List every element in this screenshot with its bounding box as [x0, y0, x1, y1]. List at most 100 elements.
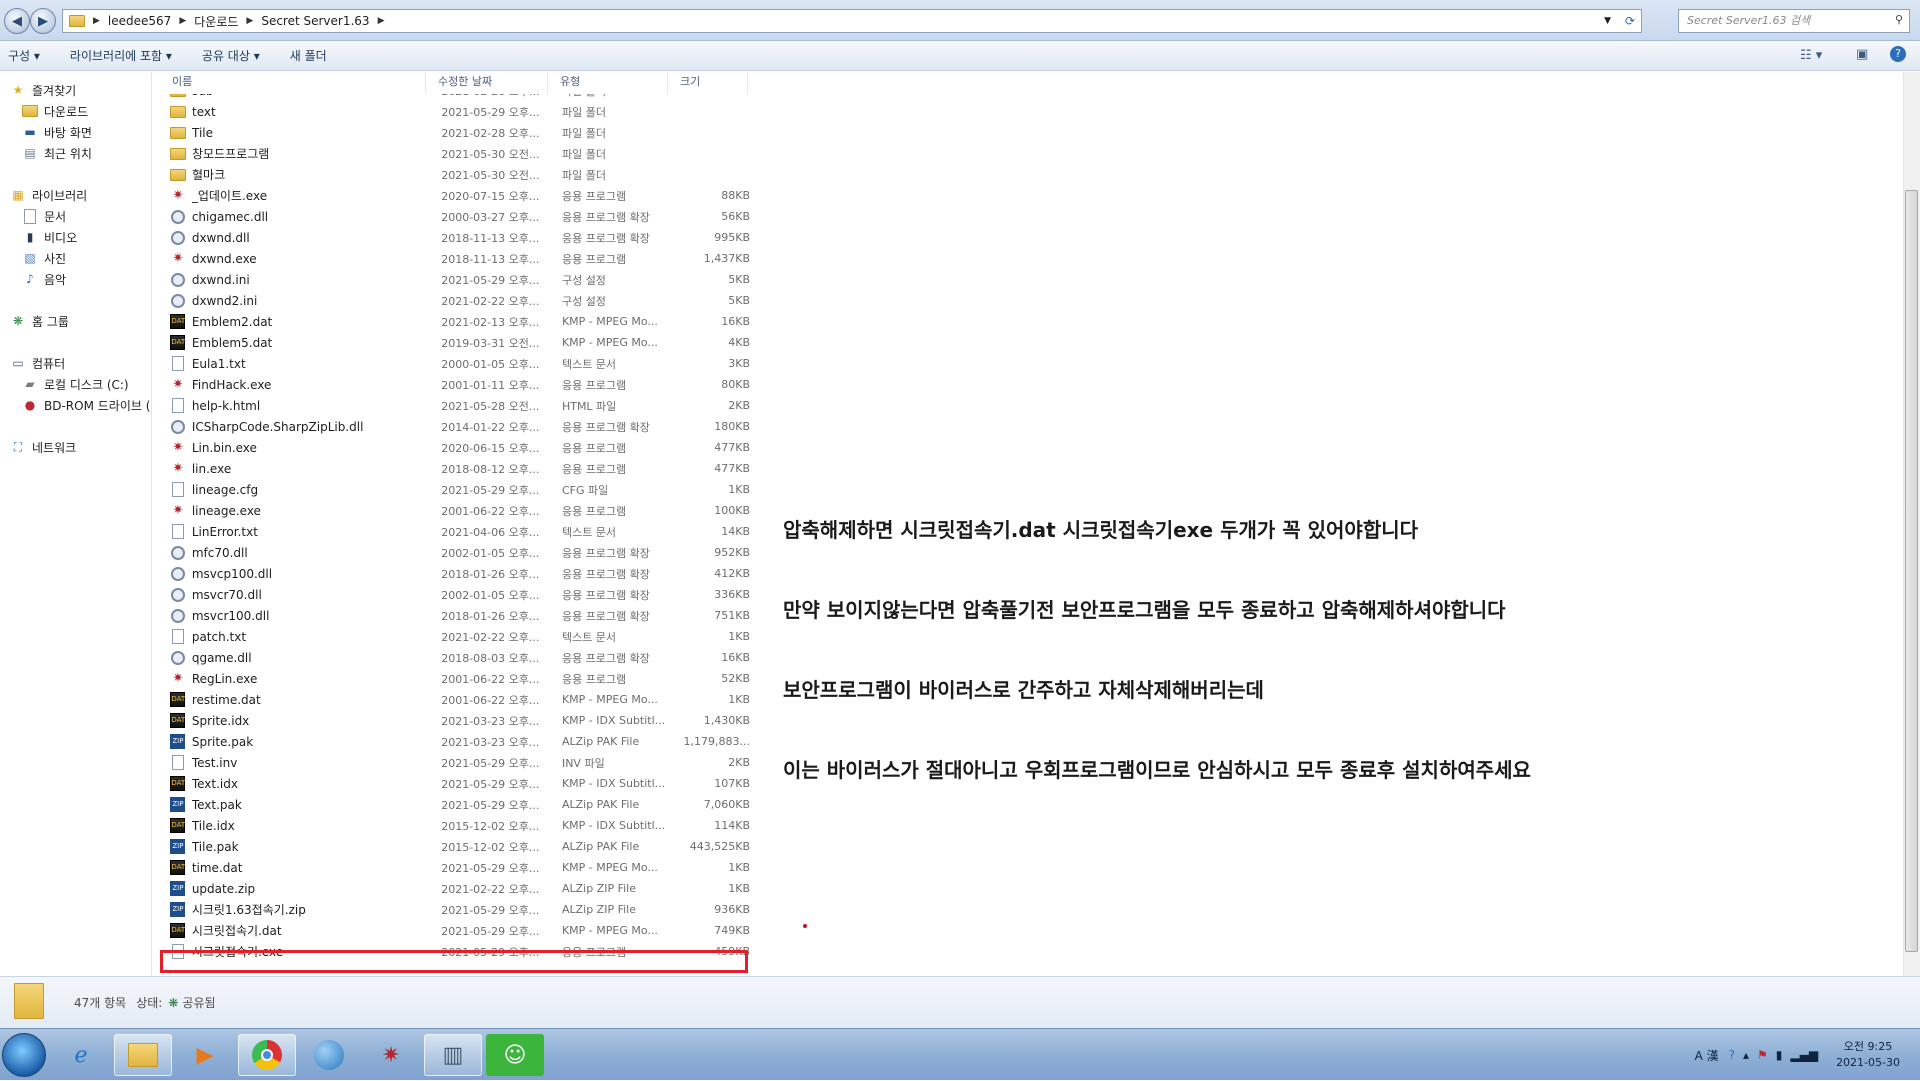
- nav-pictures[interactable]: ▧ 사진: [22, 248, 66, 268]
- refresh-icon[interactable]: ⟳: [1625, 14, 1635, 28]
- action-center-icon[interactable]: ⚑: [1757, 1048, 1768, 1062]
- file-row[interactable]: ZIP Sprite.pak 2021-03-23 오후... ALZip PAK F…: [160, 731, 750, 752]
- file-row[interactable]: DAT Text.idx 2021-05-29 오후... KMP - IDX Sub…: [160, 773, 750, 794]
- nav-music[interactable]: ♪ 음악: [22, 269, 66, 289]
- file-row[interactable]: ZIP update.zip 2021-02-22 오후... ALZip ZIP F…: [160, 878, 750, 899]
- nav-downloads[interactable]: 다운로드: [22, 101, 88, 121]
- tray-expand-icon[interactable]: ▴: [1743, 1048, 1749, 1062]
- breadcrumb-current[interactable]: Secret Server1.63: [261, 14, 369, 28]
- organize-button[interactable]: 구성 ▾: [8, 47, 40, 64]
- nav-bd-rom[interactable]: ● BD-ROM 드라이브 (: [22, 395, 151, 415]
- homegroup-icon: ❋: [12, 314, 24, 328]
- nav-documents[interactable]: 문서: [22, 206, 66, 226]
- share-with-button[interactable]: 공유 대상 ▾: [202, 47, 260, 64]
- ime-help-icon[interactable]: ?: [1729, 1048, 1735, 1062]
- network-signal-icon[interactable]: ▂▄▆: [1790, 1048, 1818, 1062]
- file-row[interactable]: ZIP 시크릿1.63접속기.zip 2021-05-29 오후... ALZip Z…: [160, 899, 750, 920]
- file-row[interactable]: dxwnd.dll 2018-11-13 오후... 응용 프로그램 확장 995KB: [160, 227, 750, 248]
- file-name: help-k.html: [191, 398, 261, 413]
- file-row[interactable]: DAT Sprite.idx 2021-03-23 오후... KMP - IDX S…: [160, 710, 750, 731]
- column-type[interactable]: 유형: [548, 72, 668, 94]
- file-row[interactable]: ICSharpCode.SharpZipLib.dll 2014-01-22 오후…: [160, 416, 750, 437]
- breadcrumb-downloads[interactable]: 다운로드: [194, 13, 238, 30]
- file-row[interactable]: Tile 2021-02-28 오후... 파일 폴더: [160, 122, 750, 143]
- file-row[interactable]: ZIP Tile.pak 2015-12-02 오후... ALZip PAK Fil…: [160, 836, 750, 857]
- file-row[interactable]: DAT Tile.idx 2015-12-02 오후... KMP - IDX Sub…: [160, 815, 750, 836]
- file-row[interactable]: dxwnd2.ini 2021-02-22 오후... 구성 설정 5KB: [160, 290, 750, 311]
- launcher-taskbar-icon[interactable]: ☺: [486, 1034, 544, 1076]
- forward-button[interactable]: ▶: [30, 8, 56, 34]
- ime-indicator[interactable]: A 漢: [1695, 1047, 1719, 1064]
- file-row[interactable]: dxwnd.ini 2021-05-29 오후... 구성 설정 5KB: [160, 269, 750, 290]
- file-row[interactable]: ✷ lineage.exe 2001-06-22 오후... 응용 프로그램 100KB: [160, 500, 750, 521]
- file-row[interactable]: qgame.dll 2018-08-03 오후... 응용 프로그램 확장 16KB: [160, 647, 750, 668]
- include-library-button[interactable]: 라이브러리에 포함 ▾: [70, 47, 172, 64]
- file-row[interactable]: 창모드프로그램 2021-05-30 오전... 파일 폴더: [160, 143, 750, 164]
- game-taskbar-icon[interactable]: ✷: [362, 1034, 420, 1076]
- power-icon[interactable]: ▮: [1776, 1048, 1783, 1062]
- view-options-icon[interactable]: ☷ ▾: [1800, 48, 1822, 63]
- clock[interactable]: 오전 9:25 2021-05-30: [1836, 1039, 1900, 1071]
- nav-desktop[interactable]: ▬ 바탕 화면: [22, 122, 92, 142]
- file-row[interactable]: ✷ _업데이트.exe 2020-07-15 오후... 응용 프로그램 88KB: [160, 185, 750, 206]
- nav-network[interactable]: ⛶ 네트워크: [10, 437, 76, 457]
- preview-pane-icon[interactable]: ▣: [1856, 47, 1868, 62]
- scrollbar-thumb[interactable]: [1905, 190, 1918, 952]
- file-row[interactable]: DAT 시크릿접속기.dat 2021-05-29 오후... KMP - MPEG …: [160, 920, 750, 941]
- file-row[interactable]: msvcr70.dll 2002-01-05 오후... 응용 프로그램 확장 336…: [160, 584, 750, 605]
- nav-videos[interactable]: ▮ 비디오: [22, 227, 77, 247]
- file-row[interactable]: 혈마크 2021-05-30 오전... 파일 폴더: [160, 164, 750, 185]
- file-row[interactable]: DAT Emblem2.dat 2021-02-13 오후... KMP - MPEG…: [160, 311, 750, 332]
- file-row[interactable]: help-k.html 2021-05-28 오전... HTML 파일 2KB: [160, 395, 750, 416]
- ie-taskbar-icon[interactable]: ℯ: [52, 1034, 110, 1076]
- file-row[interactable]: msvcp100.dll 2018-01-26 오후... 응용 프로그램 확장 41…: [160, 563, 750, 584]
- new-folder-button[interactable]: 새 폴더: [290, 47, 327, 64]
- nav-favorites[interactable]: ★ 즐겨찾기: [10, 80, 77, 100]
- app-icon: ✷: [172, 250, 184, 266]
- explorer-taskbar-icon[interactable]: [114, 1034, 172, 1076]
- media-player-taskbar-icon[interactable]: ▶: [176, 1034, 234, 1076]
- nav-recent[interactable]: ▤ 최근 위치: [22, 143, 92, 163]
- file-row[interactable]: chigamec.dll 2000-03-27 오후... 응용 프로그램 확장 56…: [160, 206, 750, 227]
- file-row[interactable]: mfc70.dll 2002-01-05 오후... 응용 프로그램 확장 952KB: [160, 542, 750, 563]
- file-row[interactable]: Eula1.txt 2000-01-05 오후... 텍스트 문서 3KB: [160, 353, 750, 374]
- chrome-taskbar-icon[interactable]: [238, 1034, 296, 1076]
- back-button[interactable]: ◀: [4, 8, 30, 34]
- search-input[interactable]: Secret Server1.63 검색 ⚲: [1678, 9, 1910, 33]
- server-taskbar-icon[interactable]: ▥: [424, 1034, 482, 1076]
- file-row[interactable]: DAT Emblem5.dat 2019-03-31 오전... KMP - MPEG…: [160, 332, 750, 353]
- help-icon[interactable]: ?: [1890, 46, 1906, 62]
- file-row[interactable]: Test.inv 2021-05-29 오후... INV 파일 2KB: [160, 752, 750, 773]
- shared-icon: ❋: [168, 995, 179, 1010]
- nav-homegroup[interactable]: ❋ 홈 그룹: [10, 311, 69, 331]
- address-input[interactable]: ▶ leedee567 ▶ 다운로드 ▶ Secret Server1.63 ▶…: [62, 9, 1642, 33]
- column-name[interactable]: 이름: [160, 72, 426, 94]
- file-row[interactable]: ✷ lin.exe 2018-08-12 오후... 응용 프로그램 477KB: [160, 458, 750, 479]
- nav-libraries[interactable]: ▦ 라이브러리: [10, 185, 87, 205]
- file-date: 2001-06-22 오후...: [441, 672, 540, 686]
- nav-local-disk[interactable]: ▰ 로컬 디스크 (C:): [22, 374, 128, 394]
- file-row[interactable]: lineage.cfg 2021-05-29 오후... CFG 파일 1KB: [160, 479, 750, 500]
- nav-computer[interactable]: ▭ 컴퓨터: [10, 353, 65, 373]
- file-row[interactable]: ZIP Text.pak 2021-05-29 오후... ALZip PAK Fil…: [160, 794, 750, 815]
- search-icon[interactable]: ⚲: [1895, 13, 1903, 26]
- file-row[interactable]: ✷ dxwnd.exe 2018-11-13 오후... 응용 프로그램 1,437KB: [160, 248, 750, 269]
- file-row[interactable]: ✷ RegLin.exe 2001-06-22 오후... 응용 프로그램 52KB: [160, 668, 750, 689]
- edge-taskbar-icon[interactable]: [300, 1034, 358, 1076]
- file-row[interactable]: ✷ FindHack.exe 2001-01-11 오후... 응용 프로그램 80KB: [160, 374, 750, 395]
- file-row[interactable]: LinError.txt 2021-04-06 오후... 텍스트 문서 14KB: [160, 521, 750, 542]
- file-row[interactable]: patch.txt 2021-02-22 오후... 텍스트 문서 1KB: [160, 626, 750, 647]
- file-row[interactable]: msvcr100.dll 2018-01-26 오후... 응용 프로그램 확장 75…: [160, 605, 750, 626]
- file-row[interactable]: sub2021-02-28 오후...파일 폴더: [160, 94, 750, 101]
- file-name: 시크릿접속기.dat: [191, 924, 282, 938]
- file-row[interactable]: text 2021-05-29 오후... 파일 폴더: [160, 101, 750, 122]
- dropdown-icon[interactable]: ▼: [1604, 16, 1611, 26]
- breadcrumb-user[interactable]: leedee567: [108, 14, 171, 28]
- column-size[interactable]: 크기: [668, 72, 748, 94]
- file-row[interactable]: DAT restime.dat 2001-06-22 오후... KMP - MPEG…: [160, 689, 750, 710]
- file-row[interactable]: ✷ Lin.bin.exe 2020-06-15 오후... 응용 프로그램 477KB: [160, 437, 750, 458]
- file-row[interactable]: DAT time.dat 2021-05-29 오후... KMP - MPEG Mo…: [160, 857, 750, 878]
- start-button[interactable]: [2, 1033, 46, 1077]
- column-date[interactable]: 수정한 날짜: [426, 72, 548, 94]
- address-bar-region: ◀ ▶ ▶ leedee567 ▶ 다운로드 ▶ Secret Server1.…: [0, 0, 1920, 41]
